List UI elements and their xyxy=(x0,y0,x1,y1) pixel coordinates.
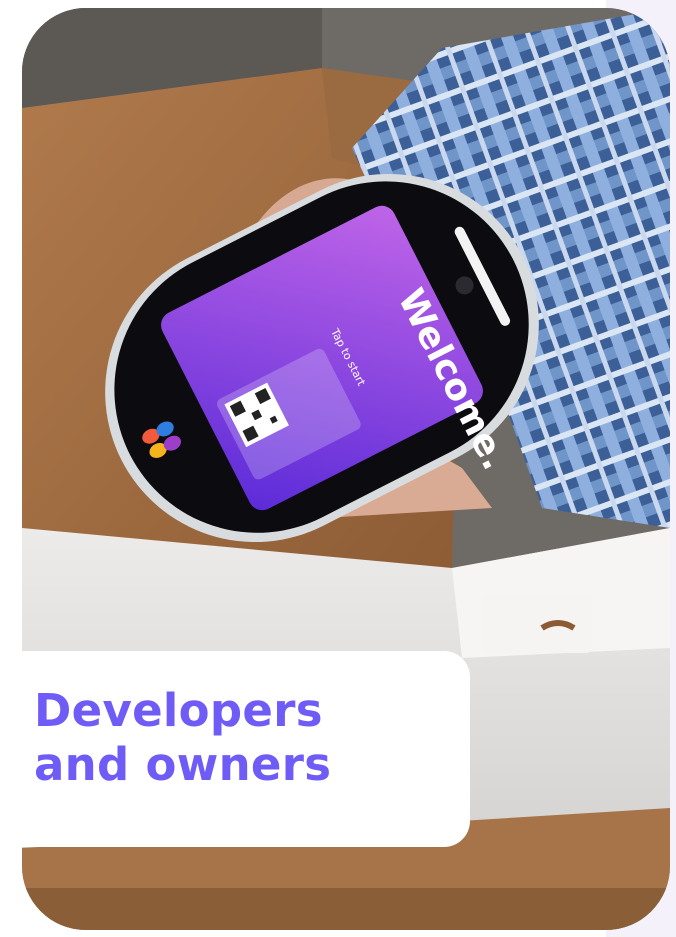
hero-heading-line-1: Developers xyxy=(34,684,323,737)
hero-caption: Developers and owners xyxy=(22,651,470,847)
hero-heading: Developers and owners xyxy=(34,684,470,792)
hero-card: Welcome. Tap to start Developers and own… xyxy=(22,8,670,930)
hero-heading-line-2: and owners xyxy=(34,738,332,791)
